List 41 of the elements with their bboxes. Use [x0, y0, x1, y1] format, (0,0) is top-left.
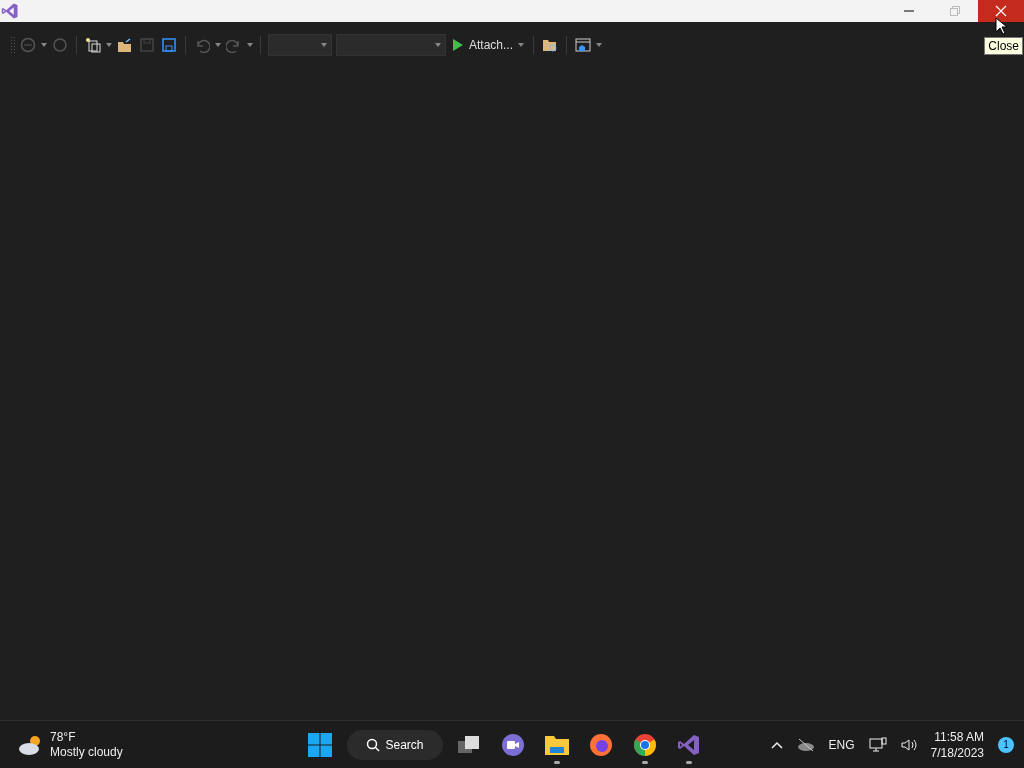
clock-date[interactable]: 7/18/2023 — [930, 744, 984, 761]
clock-time[interactable]: 11:58 AM — [934, 728, 984, 745]
caret-icon[interactable] — [215, 43, 221, 47]
running-indicator — [554, 760, 560, 764]
caret-icon[interactable] — [106, 43, 112, 47]
search-button[interactable]: Search — [347, 729, 443, 760]
chevron-up-icon[interactable] — [770, 740, 783, 749]
video-chat-icon — [501, 732, 525, 757]
mouse-pointer-icon — [995, 17, 1007, 35]
network-icon[interactable] — [868, 736, 887, 753]
weather-temperature: 78°F — [50, 729, 77, 745]
window-home-icon[interactable] — [574, 36, 593, 54]
close-button[interactable] — [978, 0, 1024, 22]
search-icon — [366, 737, 381, 752]
caret-icon[interactable] — [321, 43, 327, 47]
browser-icon — [633, 732, 657, 757]
fox-globe-icon — [589, 732, 613, 757]
caret-icon[interactable] — [41, 43, 47, 47]
attach-button[interactable]: Attach... — [450, 38, 527, 52]
running-indicator — [642, 760, 648, 764]
close-tooltip: Close — [984, 37, 1023, 55]
windows-logo-icon — [308, 732, 332, 757]
running-indicator — [686, 760, 692, 764]
play-icon — [452, 38, 464, 52]
close-icon — [995, 5, 1007, 17]
open-folder-icon[interactable] — [117, 37, 133, 53]
language-indicator[interactable]: ENG — [828, 737, 855, 752]
new-project-icon[interactable] — [85, 37, 101, 53]
cloud-off-icon[interactable] — [796, 737, 815, 752]
caret-icon[interactable] — [518, 43, 525, 47]
app-logo-icon — [677, 732, 701, 757]
start-button[interactable] — [308, 732, 332, 757]
restore-icon — [950, 6, 960, 16]
caret-icon[interactable] — [247, 43, 253, 47]
caret-icon[interactable] — [435, 43, 441, 47]
caret-icon[interactable] — [596, 43, 603, 47]
weather-condition: Mostly cloudy — [50, 744, 123, 760]
save-all-icon[interactable] — [161, 37, 177, 53]
app-logo-icon — [1, 2, 19, 20]
volume-icon[interactable] — [900, 737, 917, 752]
notification-badge[interactable]: 1 — [998, 736, 1014, 753]
